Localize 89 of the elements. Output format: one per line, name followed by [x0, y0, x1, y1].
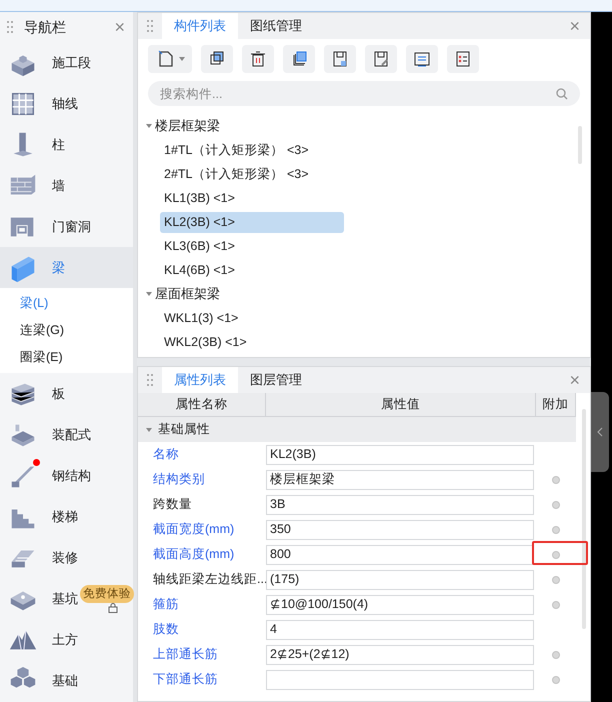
nav-item[interactable]: 施工段: [0, 42, 133, 83]
property-name: 跨数量: [152, 496, 193, 514]
panel-toggle-handle[interactable]: [591, 392, 609, 472]
nav-item[interactable]: 楼梯: [0, 496, 133, 537]
property-value-field[interactable]: 楼层框架梁: [266, 470, 534, 490]
property-name: 箍筋: [152, 596, 180, 614]
tree-item[interactable]: KL4(6B) <1>: [160, 260, 344, 280]
tree-item[interactable]: WKL1(3) <1>: [160, 308, 344, 328]
expand-toggle[interactable]: [146, 426, 152, 432]
property-value-field[interactable]: KL2(3B): [266, 444, 534, 464]
toolbar-button[interactable]: [283, 45, 315, 73]
nav-subitem[interactable]: 连梁(G): [0, 317, 133, 344]
nav-item[interactable]: 装配式: [0, 414, 133, 455]
property-value-field[interactable]: [266, 670, 534, 690]
property-value-field[interactable]: 800: [266, 544, 534, 564]
nav-item[interactable]: 柱: [0, 124, 133, 165]
nav-item[interactable]: 轴线: [0, 83, 133, 124]
toolbar-button[interactable]: [324, 45, 356, 73]
caret-down-icon: [146, 291, 152, 297]
property-value-field[interactable]: (175): [266, 570, 534, 590]
column-header: 属性名称: [138, 393, 266, 416]
option-radio[interactable]: [552, 650, 560, 658]
toolbar-button[interactable]: [365, 45, 397, 73]
property-value-field[interactable]: 350: [266, 520, 534, 540]
option-radio[interactable]: [552, 550, 560, 558]
toolbar-button[interactable]: [406, 45, 438, 73]
property-value-field[interactable]: 4: [266, 620, 534, 640]
panel-tab[interactable]: 构件列表: [162, 13, 238, 39]
nav-item[interactable]: 土方: [0, 619, 133, 660]
property-name: 肢数: [152, 621, 180, 638]
property-name: 名称: [152, 446, 180, 464]
property-value-field[interactable]: 3B: [266, 494, 534, 514]
property-name: 截面宽度(mm): [152, 521, 236, 538]
option-radio[interactable]: [552, 526, 560, 534]
tree-item[interactable]: WKL2(3B) <1>: [160, 332, 344, 352]
panel-tab[interactable]: 图层管理: [238, 367, 314, 393]
nav-item[interactable]: 板: [0, 373, 133, 414]
expand-toggle[interactable]: [146, 291, 152, 297]
drag-handle-icon[interactable]: [146, 373, 154, 387]
nav-subitem[interactable]: 梁(L): [0, 290, 133, 317]
lock-icon: [108, 603, 118, 613]
panel-tab[interactable]: 图纸管理: [238, 13, 314, 39]
panel-tab[interactable]: 属性列表: [162, 367, 238, 393]
tree-item[interactable]: 2#TL（计入矩形梁） <3>: [160, 164, 344, 184]
property-value-field[interactable]: ⊈10@100/150(4): [266, 594, 534, 614]
toolbar-button[interactable]: [201, 45, 233, 73]
panel-title: 导航栏: [24, 18, 67, 36]
property-value-field[interactable]: 2⊈25+(2⊈12): [266, 644, 534, 664]
delete-icon: [248, 49, 268, 69]
nav-item[interactable]: 基础: [0, 660, 133, 701]
option-radio[interactable]: [552, 476, 560, 484]
toolbar-button[interactable]: [148, 45, 192, 73]
nav-subitem[interactable]: 圈梁(E): [0, 344, 133, 371]
tree-item[interactable]: 1#TL（计入矩形梁） <3>: [160, 140, 344, 160]
tree-item[interactable]: KL3(6B) <1>: [160, 236, 344, 256]
nav-item[interactable]: 墙: [0, 165, 133, 206]
property-name: 轴线距梁左边线距...: [152, 571, 266, 588]
nav-item[interactable]: 装修: [0, 537, 133, 578]
property-name: 下部通长筋: [152, 671, 219, 688]
tree-item[interactable]: KL2(3B) <1>: [160, 212, 344, 232]
nav-item[interactable]: 门窗洞: [0, 206, 133, 247]
property-name: 上部通长筋: [152, 646, 219, 664]
tree-group-label[interactable]: 屋面框架梁: [155, 284, 220, 304]
toolbar-button[interactable]: [447, 45, 479, 73]
search-field[interactable]: 搜索构件...: [148, 81, 580, 106]
drag-handle-icon[interactable]: [146, 19, 154, 33]
column-header: 附加: [536, 393, 576, 416]
tree-item[interactable]: KL1(3B) <1>: [160, 188, 344, 208]
column-header: 属性值: [266, 393, 536, 416]
caret-down-icon: [146, 426, 152, 432]
expand-toggle[interactable]: [146, 123, 152, 129]
property-name: 截面高度(mm): [152, 546, 236, 564]
caret-icon: [178, 57, 184, 61]
caret-down-icon: [146, 123, 152, 129]
option-radio[interactable]: [552, 500, 560, 508]
option-radio[interactable]: [552, 600, 560, 608]
search-icon: [556, 88, 568, 100]
toolbar-button[interactable]: [242, 45, 274, 73]
property-name: 结构类别: [152, 471, 206, 488]
tree-group-label[interactable]: 楼层框架梁: [155, 116, 220, 136]
option-radio[interactable]: [552, 676, 560, 684]
option-radio[interactable]: [552, 576, 560, 584]
nav-item[interactable]: 钢结构: [0, 455, 133, 496]
drag-handle-icon[interactable]: [6, 20, 14, 34]
nav-item[interactable]: 基坑 免费体验: [0, 578, 133, 619]
promo-badge[interactable]: 免费体验: [80, 585, 134, 603]
new-file-icon: [156, 49, 176, 69]
chevron-left-icon: [597, 427, 603, 437]
group-label: 基础属性: [158, 421, 210, 438]
